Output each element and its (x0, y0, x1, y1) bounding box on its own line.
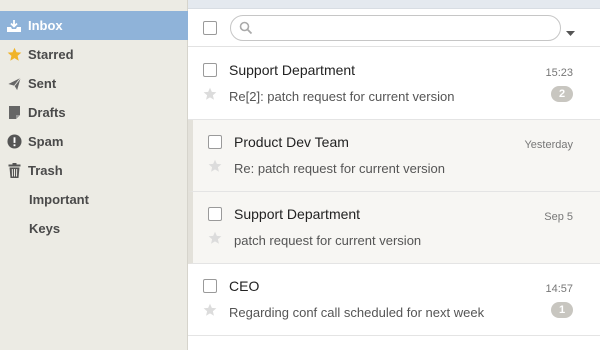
draft-icon (0, 105, 28, 120)
search-box[interactable] (230, 15, 561, 41)
sidebar-item-keys[interactable]: Keys (0, 214, 188, 243)
message-subject: Re[2]: patch request for current version (229, 89, 455, 104)
sidebar-item-sent[interactable]: Sent (0, 69, 188, 98)
sidebar-item-inbox[interactable]: Inbox (0, 11, 188, 40)
message-sender: CEO (229, 278, 260, 294)
sidebar-item-label: Important (29, 192, 89, 207)
message-checkbox[interactable] (208, 135, 222, 149)
message-checkbox[interactable] (208, 207, 222, 221)
warning-icon (0, 134, 28, 149)
sidebar-item-spam[interactable]: Spam (0, 127, 188, 156)
inbox-icon (0, 19, 28, 33)
chevron-down-icon[interactable] (566, 24, 575, 42)
message-row[interactable]: CEO 14:57 Regarding conf call scheduled … (188, 264, 600, 336)
message-sender: Support Department (229, 62, 356, 78)
message-time: 14:57 (545, 283, 573, 295)
message-checkbox[interactable] (203, 279, 217, 293)
sidebar-item-label: Starred (28, 47, 74, 62)
search-input[interactable] (259, 19, 554, 37)
star-icon[interactable] (203, 87, 217, 106)
sidebar: Inbox Starred Sent Drafts Spam Trash Imp… (0, 0, 188, 350)
message-toolbar (188, 9, 600, 47)
message-subject: Re: patch request for current version (234, 161, 445, 176)
message-row[interactable]: Product Dev Team Yesterday Re: patch req… (188, 120, 600, 192)
message-subject: Regarding conf call scheduled for next w… (229, 305, 485, 320)
search-icon (239, 21, 253, 40)
message-count-badge: 1 (551, 302, 573, 318)
message-time: 15:23 (545, 67, 573, 79)
sidebar-item-drafts[interactable]: Drafts (0, 98, 188, 127)
trash-icon (0, 163, 28, 178)
message-subject: patch request for current version (234, 233, 422, 248)
sidebar-item-trash[interactable]: Trash (0, 156, 188, 185)
sidebar-item-starred[interactable]: Starred (0, 40, 188, 69)
message-row[interactable]: Support Department 15:23 Re[2]: patch re… (188, 48, 600, 120)
sidebar-item-label: Spam (28, 134, 64, 149)
star-icon[interactable] (203, 303, 217, 322)
sidebar-item-label: Trash (28, 163, 63, 178)
top-strip (188, 0, 600, 9)
sidebar-item-label: Keys (29, 221, 61, 236)
main-panel: Support Department 15:23 Re[2]: patch re… (188, 0, 600, 350)
sidebar-item-label: Drafts (28, 105, 66, 120)
select-all-checkbox[interactable] (203, 21, 217, 35)
message-row[interactable]: Support Department Sep 5 patch request f… (188, 192, 600, 264)
star-icon[interactable] (208, 231, 222, 250)
paper-plane-icon (0, 77, 28, 91)
message-time: Sep 5 (544, 211, 573, 223)
sidebar-item-label: Inbox (28, 18, 63, 33)
message-sender: Product Dev Team (234, 134, 349, 150)
message-count-badge: 2 (551, 86, 573, 102)
sidebar-item-important[interactable]: Important (0, 185, 188, 214)
sidebar-item-label: Sent (28, 76, 57, 91)
star-icon (0, 47, 28, 62)
star-icon[interactable] (208, 159, 222, 178)
message-time: Yesterday (524, 139, 573, 151)
message-sender: Support Department (234, 206, 361, 222)
message-checkbox[interactable] (203, 63, 217, 77)
